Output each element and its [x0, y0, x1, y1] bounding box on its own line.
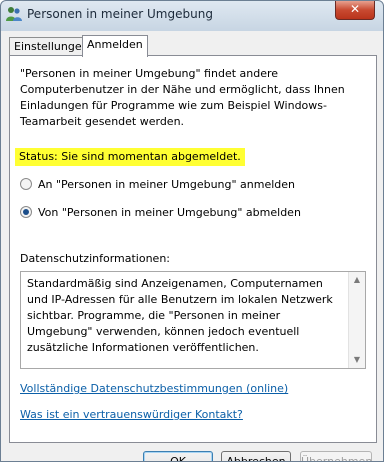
radio-signout[interactable] [20, 206, 32, 218]
people-icon [6, 7, 22, 21]
title-bar[interactable]: Personen in meiner Umgebung ✕ [1, 1, 383, 31]
privacy-label: Datenschutzinformationen: [20, 252, 171, 265]
scroll-down-arrow-icon[interactable]: ▼ [349, 352, 365, 368]
tab-einstellungen[interactable]: Einstellungen [9, 37, 94, 56]
link-privacy-statement[interactable]: Vollständige Datenschutzbestimmungen (on… [20, 382, 288, 395]
intro-text: "Personen in meiner Umgebung" findet and… [20, 67, 345, 128]
privacy-scrollbar[interactable]: ▲ ▼ [348, 272, 365, 368]
privacy-textbox[interactable]: Standardmäßig sind Anzeigenamen, Compute… [20, 271, 366, 369]
radio-signin[interactable] [20, 178, 32, 190]
tab-anmelden[interactable]: Anmelden [82, 35, 148, 57]
radio-signout-row[interactable]: Von "Personen in meiner Umgebung" abmeld… [20, 204, 301, 220]
cancel-button[interactable]: Abbrechen [221, 451, 291, 461]
dialog-window: Personen in meiner Umgebung ✕ Einstellun… [0, 0, 384, 462]
dialog-body: Einstellungen Anmelden "Personen in mein… [3, 31, 381, 461]
radio-signout-label[interactable]: Von "Personen in meiner Umgebung" abmeld… [38, 206, 301, 219]
close-button[interactable]: ✕ [335, 1, 375, 20]
window-title: Personen in meiner Umgebung [27, 7, 213, 21]
link-trusted-contact[interactable]: Was ist ein vertrauenswürdiger Kontakt? [20, 408, 243, 421]
apply-button[interactable]: Übernehmen [300, 451, 372, 461]
radio-signin-label[interactable]: An "Personen in meiner Umgebung" anmelde… [38, 178, 295, 191]
scroll-up-arrow-icon[interactable]: ▲ [349, 272, 365, 288]
privacy-text: Standardmäßig sind Anzeigenamen, Compute… [27, 277, 333, 354]
ok-button[interactable]: OK [143, 451, 213, 461]
tab-panel-anmelden: "Personen in meiner Umgebung" findet and… [9, 55, 377, 443]
status-text: Status: Sie sind momentan abgemeldet. [15, 148, 245, 166]
radio-signin-row[interactable]: An "Personen in meiner Umgebung" anmelde… [20, 176, 295, 192]
